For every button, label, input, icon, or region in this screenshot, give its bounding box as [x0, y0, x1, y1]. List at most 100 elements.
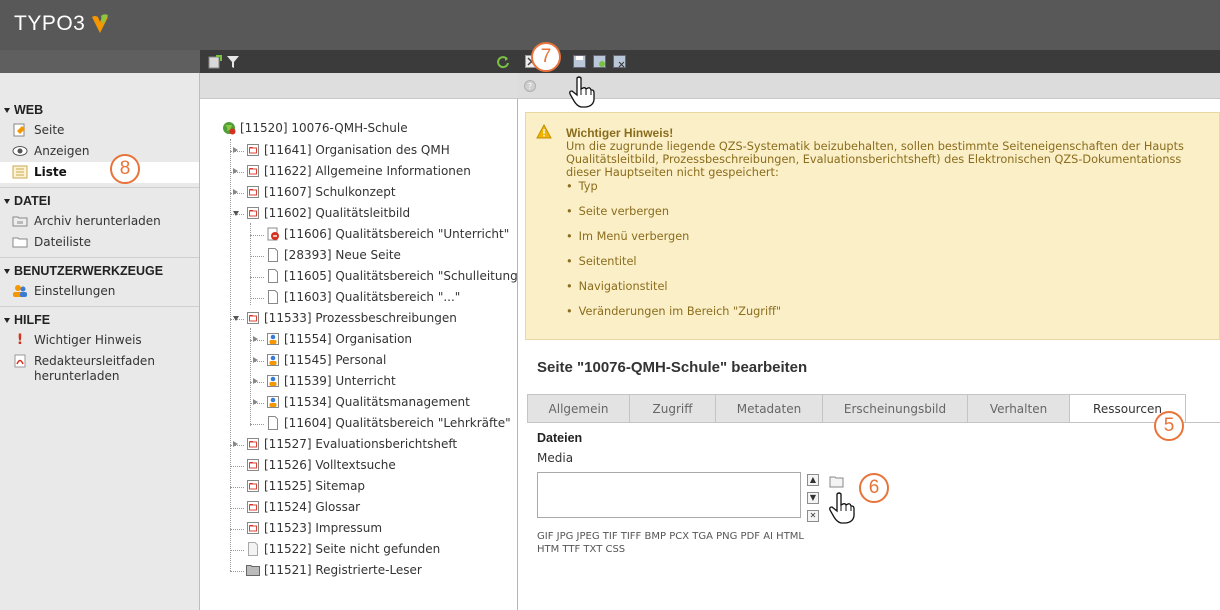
page-folder-icon [247, 165, 259, 177]
save-close-icon[interactable] [613, 55, 626, 68]
expand-arrow-icon[interactable] [231, 439, 240, 449]
page-folder-icon [247, 459, 259, 471]
module-group-title[interactable]: WEB [0, 99, 199, 120]
expand-arrow-icon[interactable] [251, 355, 260, 365]
media-select-box[interactable] [537, 472, 801, 518]
user-page-icon [267, 396, 279, 408]
refresh-icon[interactable] [496, 55, 510, 69]
tree-root-node[interactable]: [11520] 10076-QMH-Schule [222, 121, 408, 135]
user-page-icon [267, 375, 279, 387]
collapse-arrow-icon[interactable] [231, 208, 240, 218]
tree-node[interactable]: [11523] Impressum [246, 521, 382, 535]
page-folder-icon [247, 522, 259, 534]
warning-list-item: Veränderungen im Bereich "Zugriff" [566, 305, 781, 330]
user-page-icon [267, 354, 279, 366]
tree-node[interactable]: [11527] Evaluationsberichtsheft [246, 437, 457, 451]
tree-node[interactable]: [11524] Glossar [246, 500, 360, 514]
sysfolder-icon [246, 565, 260, 576]
module-group-web: WEB Seite Anzeigen Liste [0, 97, 199, 188]
module-item-redakteursleitfaden[interactable]: Redakteursleitfaden herunterladen [0, 351, 199, 387]
tree-node[interactable]: [11607] Schulkonzept [246, 185, 396, 199]
save-view-icon[interactable] [593, 55, 606, 68]
module-item-liste[interactable]: Liste [0, 162, 199, 183]
user-page-icon [267, 333, 279, 345]
expand-arrow-icon[interactable] [251, 376, 260, 386]
tab-erscheinungsbild[interactable]: Erscheinungsbild [822, 394, 968, 423]
docheader-path: ? [518, 73, 1220, 99]
remove-icon: ✕ [809, 511, 817, 520]
warning-list-item: Seitentitel [566, 255, 781, 280]
tab-bar: Allgemein Zugriff Metadaten Erscheinungs… [527, 394, 1186, 423]
tree-node[interactable]: [11641] Organisation des QMH [246, 143, 450, 157]
tree-node[interactable]: [11526] Volltextsuche [246, 458, 396, 472]
page-folder-icon [247, 312, 259, 324]
expand-arrow-icon[interactable] [251, 397, 260, 407]
remove-button[interactable]: ✕ [807, 510, 819, 522]
exclamation-icon: ! [16, 331, 24, 348]
module-item-seite[interactable]: Seite [0, 120, 199, 141]
tree-node[interactable]: [11603] Qualitätsbereich "..." [266, 290, 460, 304]
move-down-button[interactable]: ▼ [807, 492, 819, 504]
arrow-down-icon: ▼ [809, 493, 817, 502]
pointer-hand-icon [829, 492, 855, 524]
module-item-anzeigen[interactable]: Anzeigen [0, 141, 199, 162]
page-tree: [11520] 10076-QMH-Schule [11641] Organis… [200, 99, 525, 610]
tree-node[interactable]: [11604] Qualitätsbereich "Lehrkräfte" [266, 416, 511, 430]
module-group-title[interactable]: HILFE [0, 309, 199, 330]
tab-allgemein[interactable]: Allgemein [527, 394, 630, 423]
module-item-archiv[interactable]: Archiv herunterladen [0, 211, 199, 232]
tab-metadaten[interactable]: Metadaten [715, 394, 823, 423]
tree-node[interactable]: [11605] Qualitätsbereich "Schulleitung.. [266, 269, 525, 283]
module-item-einstellungen[interactable]: Einstellungen [0, 281, 199, 302]
module-group-benutzerwerkzeuge: BENUTZERWERKZEUGE Einstellungen [0, 258, 199, 307]
page-folder-icon [247, 144, 259, 156]
module-group-hilfe: HILFE ! Wichtiger Hinweis Redakteursleit… [0, 307, 199, 391]
module-group-title[interactable]: DATEI [0, 190, 199, 211]
tree-node[interactable]: [11533] Prozessbeschreibungen [246, 311, 457, 325]
tree-node[interactable]: [11622] Allgemeine Informationen [246, 164, 471, 178]
module-group-title[interactable]: BENUTZERWERKZEUGE [0, 260, 199, 281]
save-icon[interactable] [573, 55, 586, 68]
module-menu: WEB Seite Anzeigen Liste DATEI Archiv he… [0, 73, 200, 610]
allowed-file-types: GIF JPG JPEG TIF TIFF BMP PCX TGA PNG PD… [537, 531, 805, 555]
tree-node[interactable]: [11534] Qualitätsmanagement [266, 395, 470, 409]
tree-node[interactable]: [11545] Personal [266, 353, 386, 367]
expand-arrow-icon[interactable] [231, 166, 240, 176]
warning-list-item: Im Menü verbergen [566, 230, 781, 255]
help-icon[interactable]: ? [524, 80, 536, 92]
tab-verhalten[interactable]: Verhalten [967, 394, 1070, 423]
new-page-icon[interactable] [208, 55, 222, 69]
tree-node[interactable]: [11554] Organisation [266, 332, 412, 346]
list-icon [12, 165, 28, 179]
browse-files-button[interactable] [829, 475, 844, 488]
module-item-dateiliste[interactable]: Dateiliste [0, 232, 199, 253]
collapse-arrow-icon[interactable] [231, 313, 240, 323]
move-up-button[interactable]: ▲ [807, 474, 819, 486]
tree-node[interactable]: [11522] Seite nicht gefunden [246, 542, 440, 556]
typo3-logo-icon [92, 14, 109, 33]
filter-icon[interactable] [227, 55, 239, 69]
tab-zugriff[interactable]: Zugriff [629, 394, 716, 423]
tree-node[interactable]: [28393] Neue Seite [266, 248, 401, 262]
page-folder-icon [247, 186, 259, 198]
logo-text: TYPO3 [14, 12, 86, 35]
tree-node[interactable]: [11606] Qualitätsbereich "Unterricht" [266, 227, 509, 241]
folder-icon [12, 235, 28, 249]
expand-arrow-icon[interactable] [251, 334, 260, 344]
warning-icon [536, 124, 552, 139]
expand-arrow-icon[interactable] [231, 187, 240, 197]
globe-icon [223, 122, 236, 135]
callout-5: 5 [1154, 411, 1184, 441]
typo3-logo[interactable]: TYPO3 [14, 12, 111, 36]
tree-node[interactable]: [11602] Qualitätsleitbild [246, 206, 410, 220]
caret-down-icon [4, 107, 10, 113]
page-icon [268, 248, 278, 262]
module-item-wichtiger-hinweis[interactable]: ! Wichtiger Hinweis [0, 330, 199, 351]
callout-7: 7 [531, 42, 561, 72]
tree-node[interactable]: [11525] Sitemap [246, 479, 365, 493]
expand-arrow-icon[interactable] [231, 145, 240, 155]
arrow-up-icon: ▲ [809, 475, 817, 484]
page-icon [268, 416, 278, 430]
tree-node[interactable]: [11539] Unterricht [266, 374, 396, 388]
tree-node[interactable]: [11521] Registrierte-Leser [246, 563, 422, 577]
